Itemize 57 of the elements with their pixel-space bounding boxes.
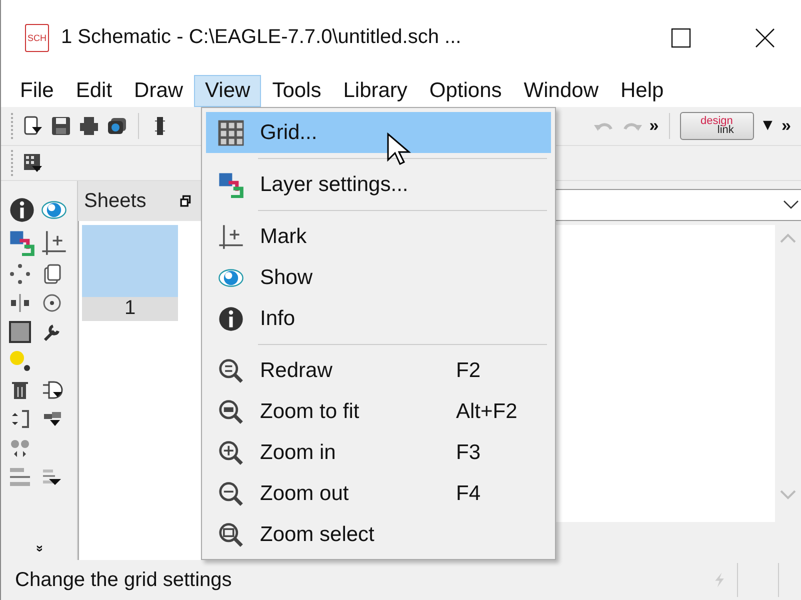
trash-icon [9,379,31,401]
menu-item[interactable]: Edit [64,75,124,107]
designlink-button[interactable]: design link [680,112,754,140]
zoom-out-icon [218,480,244,506]
dropdown-chevron-icon[interactable] [783,200,799,210]
gate-icon [41,379,63,401]
zoom-redraw-icon [218,358,244,384]
layers-icon [9,230,35,256]
menu-item[interactable]: Help [610,75,675,107]
menu-item[interactable]: View [194,75,262,107]
layers-icon [218,172,244,198]
float-panel-icon[interactable] [180,195,192,207]
menu-entry[interactable]: Show [206,257,551,298]
menu-item[interactable]: Draw [123,75,194,107]
more-tools-button[interactable]: » [34,544,48,552]
menu-entry[interactable]: Zoom out F4 [206,473,551,514]
zoom-select-icon [218,522,244,548]
rectangle-icon [9,321,31,343]
menu-item[interactable]: Window [512,75,610,107]
menu-entry[interactable]: Zoom in F3 [206,432,551,473]
panel-title: Sheets [84,190,146,212]
menu-entry[interactable]: Mark [206,216,551,257]
zoom-fit-icon [218,398,244,424]
open-icon[interactable] [22,115,44,137]
status-message: Change the grid settings [15,568,233,592]
mirror-icon [9,292,31,314]
print-icon[interactable] [78,115,100,137]
mark-icon [41,230,67,256]
menu-item[interactable]: Options [418,75,513,107]
export-image-icon[interactable] [106,115,128,137]
menu-entry[interactable]: Redraw F2 [206,350,551,391]
menu-item[interactable]: File [9,75,65,107]
grid-icon [217,118,245,146]
close-icon[interactable] [755,28,775,48]
menu-entry[interactable]: Info [206,298,551,339]
zoom-in-icon [218,440,244,466]
sheet-thumbnail[interactable]: 1 [82,225,178,321]
grid-icon[interactable] [22,152,44,174]
rotate-icon [41,292,63,314]
info-icon [9,197,35,223]
save-icon[interactable] [50,115,72,137]
menu-item[interactable]: Library [332,75,418,107]
maximize-icon[interactable] [671,28,691,48]
mouse-cursor [386,132,412,166]
overflow-button[interactable]: » [782,116,791,136]
mark-icon [218,224,244,250]
menu-entry[interactable]: Zoom select [206,514,551,555]
junction-icon [9,350,31,372]
dropdown-caret[interactable]: ▼ [760,117,776,135]
info-icon [218,306,244,332]
window-title: 1 Schematic - C:\EAGLE-7.7.0\untitled.sch ... [61,26,462,49]
move-icon [9,263,31,285]
menu-entry[interactable]: Layer settings... [206,164,551,205]
menu-item[interactable]: Tools [261,75,332,107]
overflow-button[interactable]: » [649,116,659,136]
app-icon: SCH [25,24,49,52]
menu-entry[interactable]: Zoom to fit Alt+F2 [206,391,551,432]
